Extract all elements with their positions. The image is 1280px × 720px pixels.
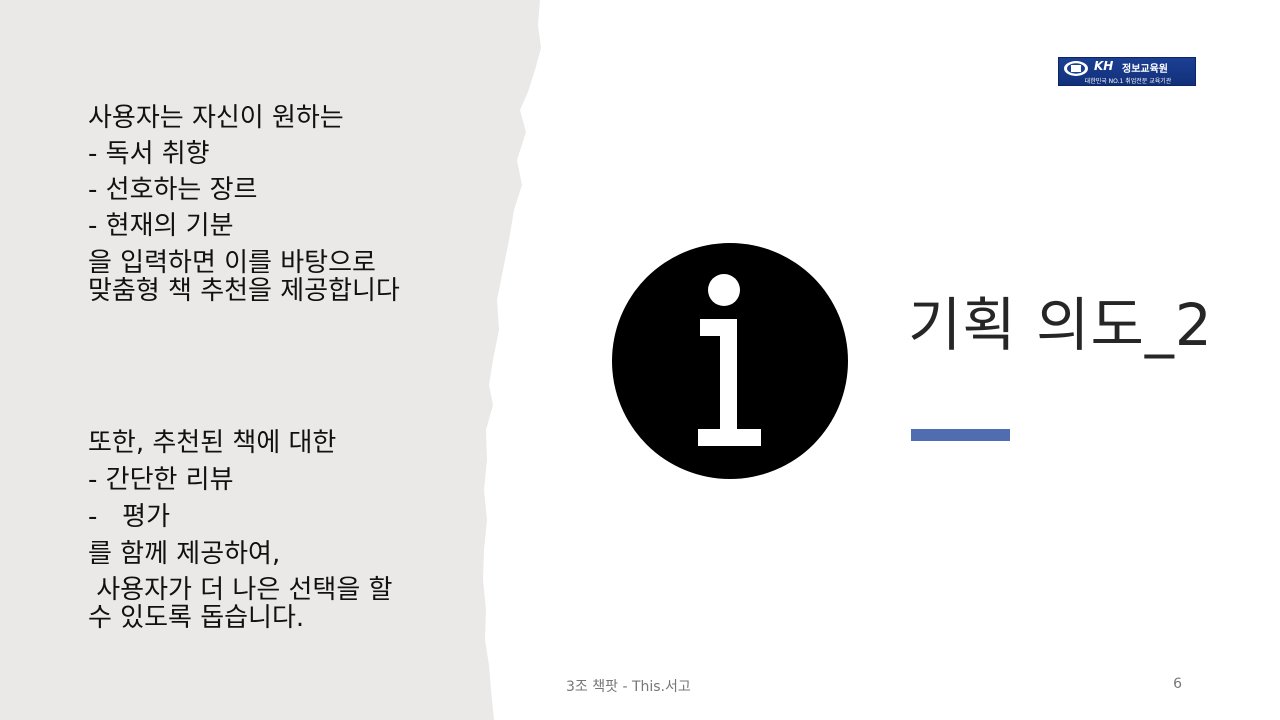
- text-line: - 평가: [88, 502, 171, 532]
- accent-bar-fill: [911, 429, 1010, 441]
- logo-name: 정보교육원: [1122, 64, 1168, 75]
- text-line: - 간단한 리뷰: [88, 465, 234, 495]
- text-line: 를 함께 제공하여,: [88, 539, 281, 569]
- text-line: 사용자가 더 나은 선택을 할: [88, 575, 393, 605]
- slide: 사용자는 자신이 원하는 - 독서 취향 - 선호하는 장르 - 현재의 기분 …: [0, 0, 1280, 720]
- info-icon: [612, 243, 848, 479]
- text-line: 을 입력하면 이를 바탕으로: [88, 248, 376, 278]
- logo-tagline: 대한민국 NO.1 취업전문 교육기관: [1084, 78, 1172, 85]
- text-line: 수 있도록 돕습니다.: [88, 603, 305, 633]
- text-line: 사용자는 자신이 원하는: [88, 103, 344, 133]
- review-text-block: 또한, 추천된 책에 대한 - 간단한 리뷰 - 평가 를 함께 제공하여, 사…: [88, 425, 528, 633]
- page-number: 6: [1173, 676, 1182, 692]
- text-line: 맞춤형 책 추천을 제공합니다: [88, 276, 400, 306]
- kh-logo: KH 정보교육원 대한민국 NO.1 취업전문 교육기관: [1058, 57, 1196, 86]
- text-line: - 현재의 기분: [88, 211, 234, 241]
- text-line: 또한, 추천된 책에 대한: [88, 428, 337, 458]
- accent-bar: [911, 429, 1010, 441]
- logo-brand: KH: [1094, 59, 1114, 73]
- kh-emblem-icon: [1064, 61, 1088, 76]
- text-line: - 독서 취향: [88, 139, 210, 169]
- text-line: - 선호하는 장르: [88, 175, 258, 205]
- footer-text: 3조 책팟 - This.서고: [566, 679, 691, 695]
- info-icon-dot: [708, 274, 740, 306]
- intro-text-block: 사용자는 자신이 원하는 - 독서 취향 - 선호하는 장르 - 현재의 기분 …: [88, 100, 528, 308]
- slide-title: 기획 의도_2: [908, 291, 1213, 359]
